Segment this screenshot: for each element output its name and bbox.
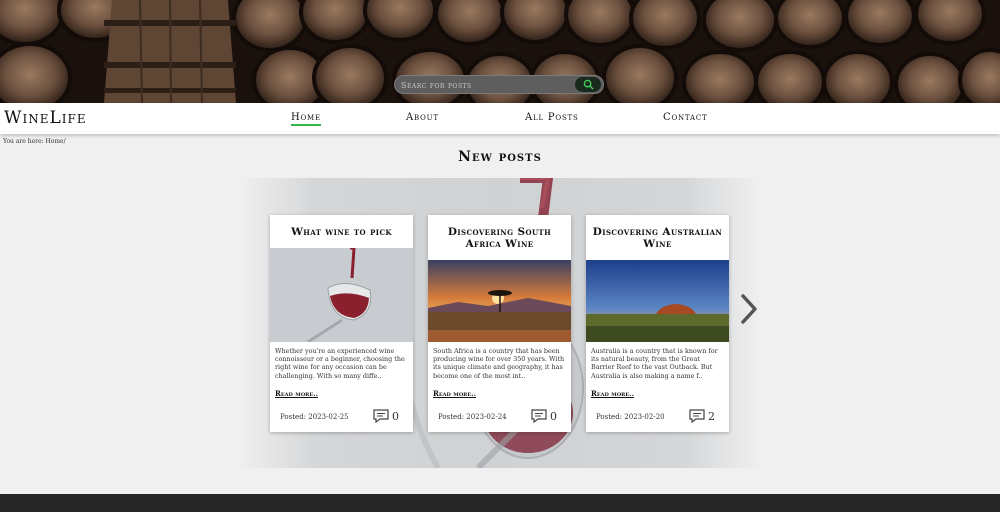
search-input[interactable]	[401, 77, 571, 93]
site-logo[interactable]: WineLife	[4, 108, 87, 128]
comment-count: 0	[392, 409, 399, 423]
post-excerpt: South Africa is a country that has been …	[433, 347, 565, 380]
nav-contact[interactable]: Contact	[663, 112, 707, 123]
section-title: New posts	[458, 149, 542, 165]
nav-about[interactable]: About	[406, 112, 439, 123]
post-date: Posted: 2023-02-25	[280, 413, 349, 421]
comment-icon	[531, 409, 547, 423]
nav-home[interactable]: Home	[291, 112, 321, 126]
comment-count: 0	[550, 409, 557, 423]
post-excerpt: Whether you're an experienced wine conno…	[275, 347, 405, 380]
read-more-link[interactable]: Read more..	[275, 389, 318, 398]
post-date: Posted: 2023-02-20	[596, 413, 665, 421]
post-excerpt: Australia is a country that is known for…	[591, 347, 718, 380]
post-card[interactable]: What wine to pick Whether you're an expe…	[270, 215, 413, 432]
navbar: WineLife Home About All Posts Contact	[0, 103, 1000, 134]
read-more-link[interactable]: Read more..	[433, 389, 476, 398]
post-image	[428, 260, 571, 342]
post-card[interactable]: Discovering Australian Wine Australia is…	[586, 215, 729, 432]
post-card[interactable]: Discovering South Africa Wine South Afri…	[428, 215, 571, 432]
comment-icon	[689, 409, 705, 423]
comments-button[interactable]: 2	[689, 409, 715, 423]
post-title[interactable]: Discovering South Africa Wine	[432, 226, 567, 250]
comments-button[interactable]: 0	[531, 409, 557, 423]
search-bar	[394, 75, 604, 94]
comment-count: 2	[708, 409, 715, 423]
footer	[0, 494, 1000, 512]
hero-banner	[0, 0, 1000, 103]
next-arrow-icon[interactable]	[739, 293, 759, 325]
post-date: Posted: 2023-02-24	[438, 413, 507, 421]
search-icon	[583, 79, 594, 90]
post-title[interactable]: Discovering Australian Wine	[590, 226, 725, 250]
breadcrumb: You are here: Home/	[3, 138, 66, 145]
search-button[interactable]	[575, 77, 601, 92]
post-title[interactable]: What wine to pick	[274, 226, 409, 238]
read-more-link[interactable]: Read more..	[591, 389, 634, 398]
post-image	[586, 260, 729, 342]
comments-button[interactable]: 0	[373, 409, 399, 423]
comment-icon	[373, 409, 389, 423]
post-image	[270, 248, 413, 342]
nav-all-posts[interactable]: All Posts	[525, 112, 579, 123]
